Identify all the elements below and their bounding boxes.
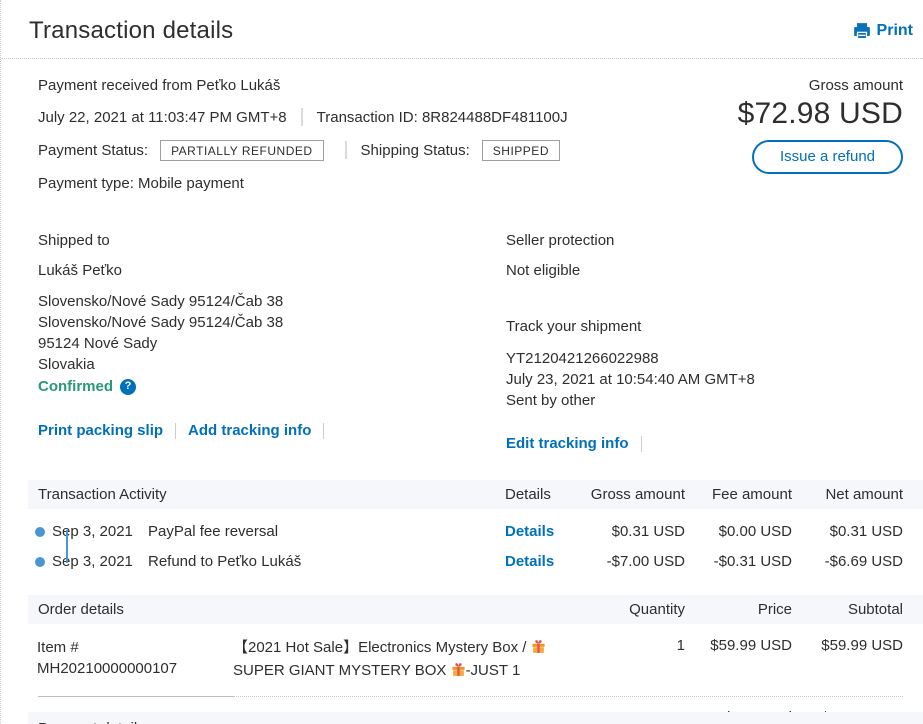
issue-refund-button[interactable]: Issue a refund <box>752 140 903 174</box>
details-link[interactable]: Details <box>505 553 575 570</box>
payment-summary-right: Gross amount $72.98 USD Issue a refund <box>738 74 903 205</box>
transaction-details-page: Transaction details Print Payment receiv… <box>0 0 923 724</box>
activity-fee: $0.00 USD <box>685 523 792 540</box>
item-number-cell: Item # MH20210000000107 <box>37 637 233 679</box>
date-transaction-line: July 22, 2021 at 11:03:47 PM GMT+8 Trans… <box>38 106 568 128</box>
print-packing-slip-link[interactable]: Print packing slip <box>38 422 163 439</box>
payment-status-label: Payment Status: <box>38 142 148 159</box>
activity-gross: $0.31 USD <box>575 523 685 540</box>
shipped-to-column: Shipped to Lukáš Peťko Slovensko/Nové Sa… <box>38 232 506 452</box>
column-header-fee: Fee amount <box>685 486 792 503</box>
shipping-links-row: Print packing slip Add tracking info <box>38 422 506 439</box>
shipping-status-label: Shipping Status: <box>361 142 470 159</box>
column-header-details: Details <box>505 486 575 503</box>
tracking-number: YT2120421266022988 <box>506 348 903 369</box>
item-name: 【2021 Hot Sale】Electronics Mystery Box /… <box>233 637 595 683</box>
print-label: Print <box>877 22 913 40</box>
divider <box>234 696 903 697</box>
item-name-text: SUPER GIANT MYSTERY BOX <box>233 662 451 679</box>
column-header-net: Net amount <box>792 486 903 503</box>
gift-icon <box>531 641 546 658</box>
tracking-carrier: Sent by other <box>506 390 903 411</box>
page-title: Transaction details <box>29 17 233 45</box>
activity-gross: -$7.00 USD <box>575 553 685 570</box>
order-item-row: Item # MH20210000000107 【2021 Hot Sale】E… <box>28 624 923 693</box>
transaction-activity-heading: Transaction Activity <box>38 486 505 503</box>
help-icon[interactable]: ? <box>120 379 136 395</box>
transaction-activity-rows: Sep 3, 2021 PayPal fee reversal Details … <box>28 509 923 576</box>
activity-description: PayPal fee reversal <box>148 523 505 540</box>
item-price: $59.99 USD <box>685 637 792 654</box>
seller-protection-status: Not eligible <box>506 262 903 279</box>
shipping-section: Shipped to Lukáš Peťko Slovensko/Nové Sa… <box>1 205 923 452</box>
payment-status-badge: PARTIALLY REFUNDED <box>160 140 323 161</box>
tracking-links-row: Edit tracking info <box>506 435 903 452</box>
status-line: Payment Status: PARTIALLY REFUNDED Shipp… <box>38 139 568 161</box>
details-link[interactable]: Details <box>505 523 575 540</box>
item-number-label: Item # <box>37 637 233 658</box>
seller-protection-column: Seller protection Not eligible Track you… <box>506 232 903 452</box>
address-line: 95124 Nové Sady <box>38 333 506 354</box>
activity-net: -$6.69 USD <box>792 553 903 570</box>
column-header-subtotal: Subtotal <box>792 601 903 618</box>
payment-date: July 22, 2021 at 11:03:47 PM GMT+8 <box>38 109 287 126</box>
activity-description: Refund to Peťko Lukáš <box>148 553 505 570</box>
payment-summary-left: Payment received from Peťko Lukáš July 2… <box>38 74 568 205</box>
timeline-dot <box>35 527 45 537</box>
payment-type-line: Payment type: Mobile payment <box>38 172 568 194</box>
activity-fee: -$0.31 USD <box>685 553 792 570</box>
add-tracking-info-link[interactable]: Add tracking info <box>188 422 311 439</box>
tracking-date: July 23, 2021 at 10:54:40 AM GMT+8 <box>506 369 903 390</box>
table-row: Sep 3, 2021 PayPal fee reversal Details … <box>28 516 923 546</box>
print-button[interactable]: Print <box>853 22 913 40</box>
edit-tracking-info-link[interactable]: Edit tracking info <box>506 435 629 452</box>
address-line: Slovakia <box>38 354 506 375</box>
order-details-heading: Order details <box>38 601 595 618</box>
divider <box>323 423 324 439</box>
printer-icon <box>853 22 871 40</box>
transaction-activity-header: Transaction Activity Details Gross amoun… <box>28 480 923 509</box>
item-quantity: 1 <box>595 637 685 654</box>
address-line: Slovensko/Nové Sady 95124/Čab 38 <box>38 291 506 312</box>
item-number-value: MH20210000000107 <box>37 658 233 679</box>
item-name-text: 【2021 Hot Sale】Electronics Mystery Box / <box>233 639 531 656</box>
gross-amount-label: Gross amount <box>738 77 903 94</box>
divider <box>345 141 347 159</box>
gift-icon <box>451 664 466 681</box>
address-confirmed-row: Confirmed ? <box>38 376 506 397</box>
recipient-name: Lukáš Peťko <box>38 262 506 279</box>
column-header-price: Price <box>685 601 792 618</box>
divider <box>38 696 234 697</box>
gross-amount-value: $72.98 USD <box>738 97 903 131</box>
order-details-header: Order details Quantity Price Subtotal <box>28 595 923 624</box>
shipping-status-badge: SHIPPED <box>482 140 560 161</box>
timeline-connector <box>66 530 68 563</box>
item-name-text: -JUST 1 <box>466 662 521 679</box>
activity-net: $0.31 USD <box>792 523 903 540</box>
order-divider <box>38 696 903 697</box>
shipped-to-heading: Shipped to <box>38 232 506 249</box>
divider <box>301 108 303 126</box>
address-line: Slovensko/Nové Sady 95124/Čab 38 <box>38 312 506 333</box>
confirmed-label: Confirmed <box>38 376 113 397</box>
page-header: Transaction details Print <box>1 0 923 59</box>
column-header-quantity: Quantity <box>595 601 685 618</box>
payment-summary: Payment received from Peťko Lukáš July 2… <box>1 59 923 205</box>
payment-details-header: Payment details <box>28 712 923 724</box>
item-subtotal: $59.99 USD <box>792 637 903 654</box>
divider <box>641 436 642 452</box>
seller-protection-heading: Seller protection <box>506 232 903 249</box>
divider <box>175 423 176 439</box>
payment-received-line: Payment received from Peťko Lukáš <box>38 74 568 96</box>
track-shipment-heading: Track your shipment <box>506 318 903 335</box>
payment-details-heading: Payment details <box>38 720 145 724</box>
timeline-dot <box>35 557 45 567</box>
transaction-id: Transaction ID: 8R824488DF481100J <box>317 109 568 126</box>
column-header-gross: Gross amount <box>575 486 685 503</box>
table-row: Sep 3, 2021 Refund to Peťko Lukáš Detail… <box>28 546 923 576</box>
